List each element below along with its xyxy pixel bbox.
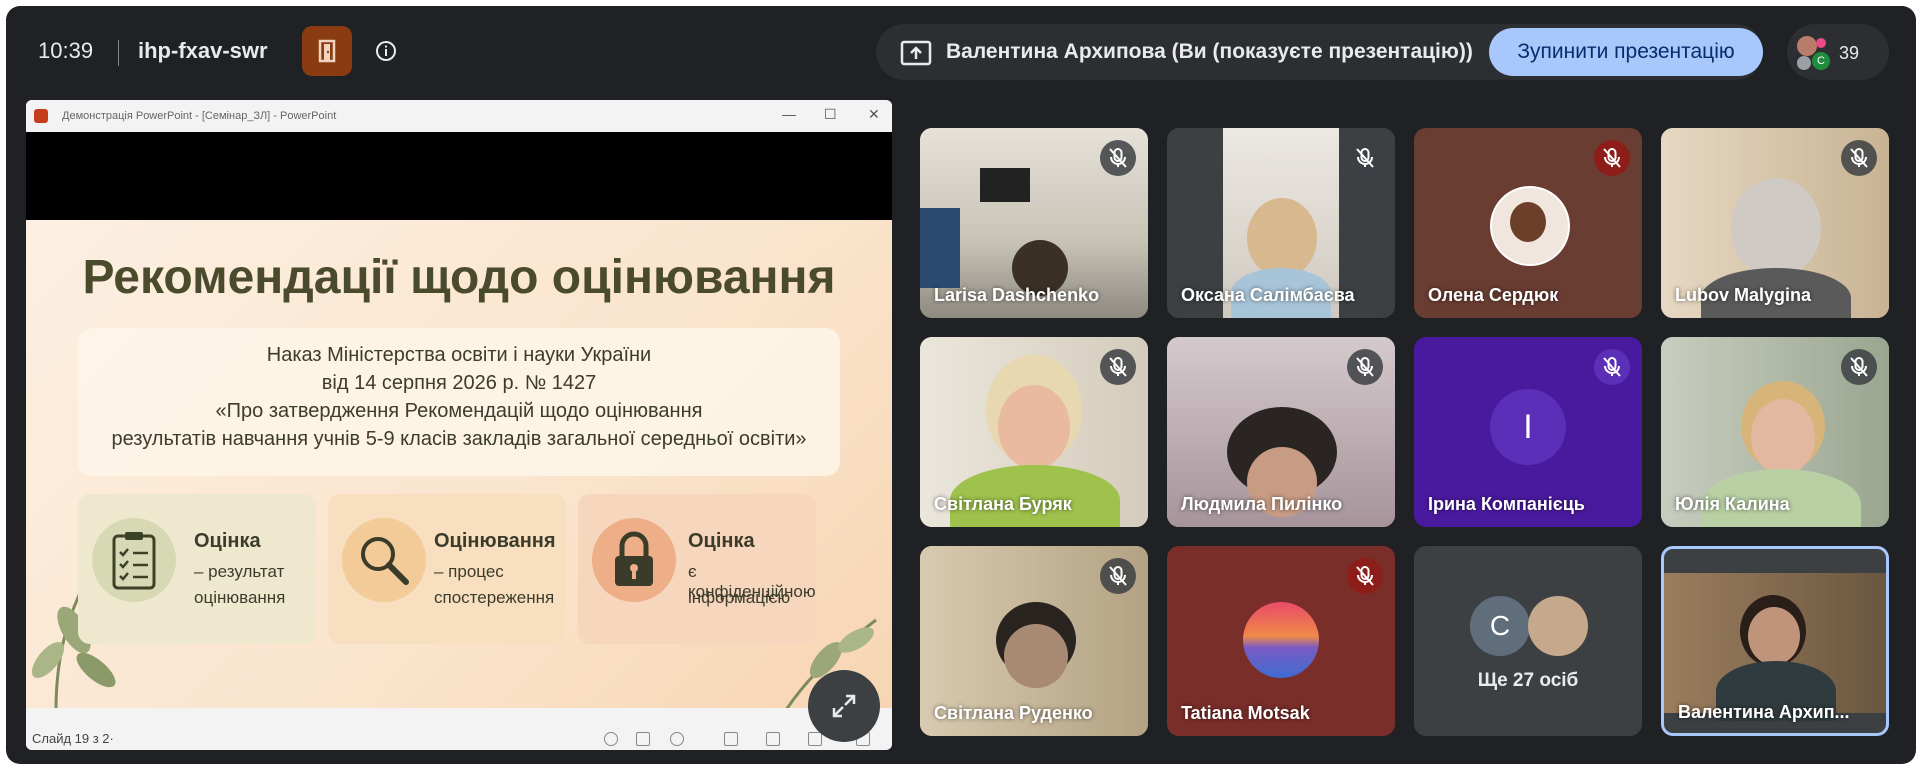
slide-sorter-icon[interactable] — [766, 732, 780, 746]
info-icon[interactable] — [375, 40, 397, 62]
card-assessment: Оцінка – результат оцінювання — [78, 494, 316, 644]
participant-name: Світлана Руденко — [934, 703, 1093, 723]
participants-count: 39 — [1839, 43, 1860, 63]
slide: Рекомендації щодо оцінювання Наказ Мініс… — [26, 220, 892, 708]
avatar: C — [1470, 596, 1530, 656]
presenting-label: Валентина Архипова (Ви (показуєте презен… — [946, 40, 1473, 63]
avatar-photo — [1510, 202, 1546, 242]
avatar — [1528, 596, 1588, 656]
window-title: Демонстрація PowerPoint - [Семінар_ЗЛ] -… — [62, 110, 337, 122]
mic-off-icon — [1594, 140, 1630, 176]
participant-face — [1751, 399, 1815, 475]
poster — [920, 208, 960, 288]
close-icon[interactable]: ✕ — [868, 106, 880, 123]
next-slide-icon[interactable] — [670, 732, 684, 746]
mic-off-icon — [1347, 558, 1383, 594]
order-line: від 14 серпня 2026 р. № 1427 — [321, 372, 597, 394]
participant-name: Людмила Пилінко — [1181, 494, 1343, 514]
card-heading: Оцінка — [194, 530, 261, 552]
participant-name: Larisa Dashchenko — [934, 285, 1100, 305]
participant-name: Юлія Калина — [1675, 494, 1790, 514]
more-participants-label: Ще 27 осіб — [1477, 670, 1579, 691]
order-line: результатів навчання учнів 5-9 класів за… — [111, 428, 807, 450]
powerpoint-window: Демонстрація PowerPoint - [Семінар_ЗЛ] -… — [26, 100, 892, 750]
mic-off-icon — [1594, 349, 1630, 385]
mic-off-icon — [1841, 140, 1877, 176]
participant-name: Оксана Салімбаєва — [1181, 285, 1355, 305]
card-text: – результат — [194, 562, 285, 581]
avatar — [1816, 38, 1826, 48]
notes-icon[interactable] — [636, 732, 650, 746]
normal-view-icon[interactable] — [724, 732, 738, 746]
avatar — [1243, 602, 1319, 678]
expand-icon — [832, 694, 856, 718]
avatar — [1797, 56, 1811, 70]
participant-tile[interactable]: Tatiana Motsak — [1167, 546, 1395, 736]
participant-head — [1247, 198, 1317, 278]
card-text: оцінювання — [194, 588, 286, 607]
present-screen-icon — [900, 40, 932, 66]
participant-name: Lubov Malygina — [1675, 285, 1812, 305]
powerpoint-logo-icon — [34, 109, 48, 123]
participant-head — [1731, 178, 1821, 278]
participant-tile[interactable]: Світлана Буряк — [920, 337, 1148, 527]
participant-name: Tatiana Motsak — [1181, 703, 1310, 723]
avatar: І — [1490, 389, 1566, 465]
mic-off-icon — [1347, 349, 1383, 385]
participant-tile[interactable]: І Ірина Компанієць — [1414, 337, 1642, 527]
participant-name: Олена Сердюк — [1428, 285, 1559, 305]
slide-title: Рекомендації щодо оцінювання — [82, 251, 836, 304]
door-icon-button[interactable] — [302, 26, 352, 76]
avatar: C — [1812, 52, 1830, 70]
mic-off-icon — [1100, 140, 1136, 176]
previous-slide-icon[interactable] — [604, 732, 618, 746]
participant-tile[interactable]: Оксана Салімбаєва — [1167, 128, 1395, 318]
divider — [118, 40, 119, 66]
self-tile[interactable]: Валентина Архип... — [1661, 546, 1889, 736]
participant-name: Світлана Буряк — [934, 494, 1072, 514]
mic-off-icon — [1100, 349, 1136, 385]
more-participants-tile[interactable]: C Ще 27 осіб — [1414, 546, 1642, 736]
maximize-icon[interactable]: ☐ — [824, 106, 837, 123]
order-line: «Про затвердження Рекомендацій щодо оцін… — [215, 400, 703, 422]
card-text: спостереження — [434, 588, 555, 607]
participant-tile[interactable]: Людмила Пилінко — [1167, 337, 1395, 527]
clock: 10:39 — [38, 38, 94, 63]
participant-face — [998, 385, 1070, 469]
reading-view-icon[interactable] — [808, 732, 822, 746]
participant-tile[interactable]: Larisa Dashchenko — [920, 128, 1148, 318]
mic-off-icon — [1100, 558, 1136, 594]
minimize-icon[interactable]: — — [782, 106, 796, 122]
status-bar — [26, 726, 892, 750]
clipboard-icon — [112, 532, 156, 590]
mic-off-icon — [1347, 140, 1383, 176]
expand-presentation-button[interactable] — [808, 670, 880, 742]
slide-viewport: Рекомендації щодо оцінювання Наказ Мініс… — [26, 132, 892, 708]
card-text: – процес — [434, 562, 504, 581]
door-icon — [318, 39, 336, 63]
magnifier-icon — [361, 537, 409, 585]
card-heading: Оцінювання — [434, 530, 556, 552]
participant-name: Ірина Компанієць — [1428, 494, 1585, 514]
participant-tile[interactable]: Світлана Руденко — [920, 546, 1148, 736]
participant-face — [1004, 624, 1068, 688]
card-text: інформацією — [688, 588, 791, 607]
slide-counter: Слайд 19 з 2· — [32, 731, 114, 746]
order-line: Наказ Міністерства освіти і науки Україн… — [266, 344, 652, 366]
participant-name: Валентина Архип... — [1678, 702, 1850, 722]
card-confidential: Оцінка є конфіденційною інформацією — [578, 494, 816, 644]
participant-tile[interactable]: Юлія Калина — [1661, 337, 1889, 527]
participant-face — [1748, 607, 1800, 665]
card-evaluation: Оцінювання – процес спостереження — [328, 494, 566, 644]
stop-presenting-button[interactable]: Зупинити презентацію — [1489, 28, 1763, 76]
participant-tile[interactable]: Олена Сердюк — [1414, 128, 1642, 318]
card-heading: Оцінка — [688, 530, 755, 552]
lock-icon — [615, 531, 653, 586]
mic-off-icon — [1841, 349, 1877, 385]
meeting-code: ihp-fxav-swr — [138, 38, 268, 63]
tv-screen — [980, 168, 1030, 202]
participant-tile[interactable]: Lubov Malygina — [1661, 128, 1889, 318]
